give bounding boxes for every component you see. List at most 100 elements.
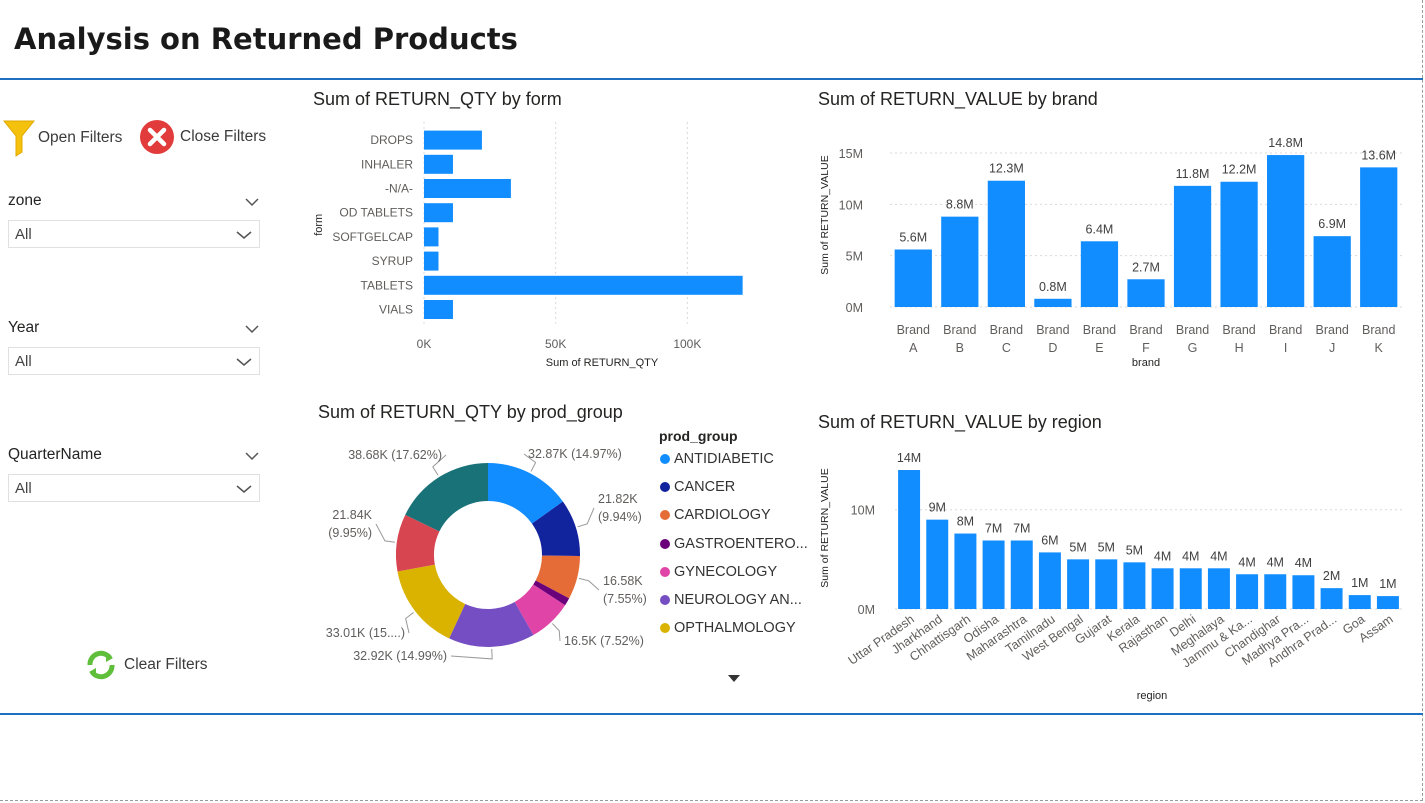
data-label: (7.55%) [603,592,647,606]
x-tick-label: Brand [1129,323,1162,337]
legend-label: ANTIDIABETIC [674,451,774,467]
legend-item[interactable]: CANCER [660,479,735,495]
form-bar-chart[interactable]: 0K 50K 100K DROPS INHALER -N/A- OD TABLETS SOFT… [300,118,760,378]
legend-item[interactable]: GYNECOLOGY [660,564,777,580]
data-label: 5.6M [899,231,927,245]
slicer-year-dropdown[interactable]: All [8,347,260,375]
bar [1376,596,1399,609]
bar [1034,298,1072,307]
y-tick-label: TABLETS [361,278,413,292]
data-label: 4M [1182,549,1199,563]
leader-line [375,523,395,543]
data-label: 7M [1013,521,1030,535]
legend-item[interactable]: OPTHALMOLOGY [660,620,796,636]
y-tick-label: 5M [846,250,863,264]
data-label: 12.3M [989,162,1024,176]
bar [1038,552,1061,609]
data-label: 21.82K [598,492,638,506]
legend-marker [660,566,670,577]
bar [1095,559,1118,609]
x-tick-label: Brand [990,323,1023,337]
close-icon [138,118,176,156]
leader-line [577,507,595,528]
slicer-zone-title: zone [8,192,42,209]
y-tick-label: SYRUP [372,254,413,268]
bar [1151,568,1174,609]
x-tick-label: Brand [1222,323,1255,337]
x-axis-title: region [1137,690,1168,702]
prod-group-legend-title: prod_group [659,428,738,444]
funnel-icon [2,118,36,158]
slicer-quartername-title: QuarterName [8,446,102,463]
slicer-quartername-dropdown[interactable]: All [8,474,260,502]
data-label: 6.9M [1318,217,1346,231]
x-tick-label: D [1048,341,1057,355]
bar [1207,568,1230,609]
bar [424,300,453,319]
legend-marker [660,454,670,464]
x-axis-title: brand [1132,357,1160,369]
legend-item[interactable]: CARDIOLOGY [660,507,771,523]
data-label: 13.6M [1361,148,1396,162]
chevron-down-icon [235,352,253,371]
header-divider [0,78,1423,80]
bar [424,130,482,150]
y-axis-title: form [313,214,325,236]
close-filters-label: Close Filters [180,128,267,145]
bar [1267,155,1305,307]
x-tick-label: Brand [897,323,930,337]
region-bar-chart[interactable]: 0M10M14MUttar Pradesh9MJharkhand8MChhatt… [810,440,1410,708]
leader-line [552,623,561,642]
leader-line [405,612,414,634]
slicer-year: Year All [8,317,260,375]
chevron-down-icon[interactable] [244,319,260,338]
page-title: Analysis on Returned Products [14,22,518,56]
data-label: 2M [1323,569,1340,583]
data-label: 4M [1238,555,1255,569]
legend-label: CANCER [674,479,736,496]
prod-group-donut-chart[interactable]: 32.87K (14.97%) 21.82K (9.94%) 16.58K (7.55%… [300,425,660,670]
chevron-down-icon[interactable] [244,446,260,465]
slicer-zone: zone All [8,190,260,248]
slicer-zone-dropdown[interactable]: All [8,220,260,248]
data-label: 1M [1351,576,1368,590]
legend-marker [660,595,670,605]
legend-item[interactable]: GASTROENTERO... [660,536,808,552]
bar [424,251,439,271]
bar [1067,559,1090,609]
data-label: 4M [1267,555,1284,569]
y-tick-label: DROPS [370,133,413,147]
data-label: 14M [897,451,921,465]
leader-line [450,648,493,660]
y-tick-label: 10M [851,504,875,518]
brand-bar-chart[interactable]: 0M 5M 10M 15M 5.6M Brand A 8.8M Brand B 12.3M Brand… [810,120,1410,375]
bar [898,470,921,609]
legend-marker [660,510,670,521]
x-tick-label: 100K [673,337,701,351]
x-tick-label: E [1095,341,1103,355]
x-tick-label: K [1375,341,1384,355]
slicer-zone-value: All [15,225,32,243]
data-label: 32.92K (14.99%) [353,649,447,663]
y-axis-title: Sum of RETURN_VALUE [819,155,831,274]
legend-marker [660,482,670,493]
legend-item[interactable]: ANTIDIABETIC [660,451,774,467]
clear-filters-button[interactable]: Clear Filters [84,648,208,682]
legend-item[interactable]: NEUROLOGY AN... [660,592,802,608]
y-tick-label: VIALS [379,303,413,317]
bar [987,180,1025,307]
refresh-icon [84,648,118,682]
legend-scroll-down-icon[interactable] [728,668,740,687]
data-label: 33.01K (15....) [326,626,405,640]
y-tick-label: SOFTGELCAP [332,230,413,244]
bar [1080,241,1119,307]
open-filters-button[interactable]: Open Filters [2,118,122,158]
brand-chart-title: Sum of RETURN_VALUE by brand [818,89,1098,109]
data-label: 1M [1379,577,1396,591]
x-tick-label: A [909,341,918,355]
legend-marker [660,623,670,634]
close-filters-button[interactable]: Close Filters [138,118,266,156]
x-tick-label: H [1235,341,1244,355]
leader-line [578,577,600,591]
chevron-down-icon[interactable] [244,192,260,211]
